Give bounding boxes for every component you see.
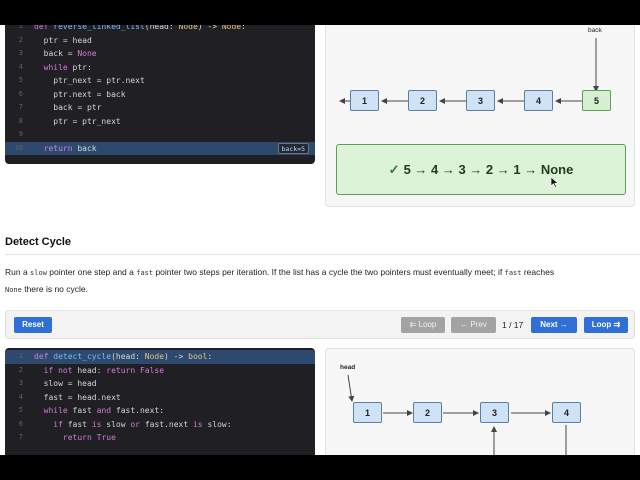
- line-number: 3: [18, 379, 23, 387]
- line-number: 4: [18, 62, 23, 71]
- node-1: 1: [350, 90, 379, 111]
- code-text: slow = head: [34, 379, 97, 388]
- loop-forward-button[interactable]: Loop ⇉: [584, 317, 628, 333]
- cycle-node-2: 2: [413, 402, 442, 423]
- node-5-highlighted: 5: [582, 90, 611, 111]
- head-pointer-arrow: [347, 374, 355, 402]
- prev-button[interactable]: ← Prev: [451, 317, 496, 333]
- step-counter: 1 / 17: [502, 320, 524, 330]
- cycle-code-line: 2 if not head: return False: [5, 364, 315, 378]
- reverse-code-line: 10 return back back=5: [5, 141, 315, 155]
- loop-back-button[interactable]: ⇇ Loop: [401, 317, 445, 333]
- code-text: ptr = ptr_next: [34, 116, 121, 126]
- line-number: 8: [18, 116, 23, 125]
- reverse-code-line: 2 ptr = head: [5, 34, 315, 48]
- line-number: 7: [18, 103, 23, 111]
- line-number: 10: [14, 143, 23, 152]
- code-text: if fast is slow or fast.next is slow:: [53, 419, 232, 429]
- cycle-node-4: 4: [552, 402, 581, 423]
- reset-button[interactable]: Reset: [14, 317, 52, 333]
- playback-toolbar: Reset ⇇ Loop ← Prev 1 / 17 Next → Loop ⇉: [5, 310, 635, 339]
- code-text: ptr.next = back: [34, 89, 126, 99]
- reverse-code-line: 1 def reverse_linked_list(head: Node) -> …: [5, 25, 315, 34]
- code-slow: slow: [30, 269, 47, 277]
- code-text: back = ptr: [34, 103, 102, 112]
- reverse-code-line: 3 back = None: [5, 47, 315, 61]
- line-number: 7: [18, 433, 23, 441]
- cycle-code-line: 5 while fast and fast.next:: [5, 404, 315, 418]
- next-button[interactable]: Next →: [531, 317, 577, 333]
- code-text: while ptr:: [43, 62, 92, 72]
- head-pointer-label: head: [340, 364, 356, 371]
- page-viewport: 1 def reverse_linked_list(head: Node) -> …: [0, 25, 640, 455]
- reverse-diagram-panel: back 1 2 3 4 5 ✓ 5 → 4 → 3 → 2 → 1 → Non…: [325, 25, 635, 207]
- code-text: return True: [62, 433, 116, 442]
- back-pointer-label: back: [588, 27, 602, 34]
- code-text: ptr_next = ptr.next: [34, 76, 145, 85]
- section-title: Detect Cycle: [5, 236, 72, 248]
- cycle-code-line: 4 fast = head.next: [5, 391, 315, 405]
- reverse-code-line: 8 ptr = ptr_next: [5, 115, 315, 129]
- line-number: 9: [18, 130, 23, 138]
- node-4: 4: [524, 90, 553, 111]
- cycle-code-line: 7 return True: [5, 431, 315, 445]
- cycle-code-line: 3 slow = head: [5, 377, 315, 391]
- line-number: 4: [18, 392, 23, 401]
- code-none: None: [5, 285, 22, 294]
- code-text: def detect_cycle(head: Node) -> bool:: [34, 352, 213, 361]
- line-number: 2: [18, 365, 23, 374]
- line-number: 2: [18, 35, 23, 44]
- code-text: ptr = head: [34, 35, 92, 45]
- reverse-code-line: 5 ptr_next = ptr.next: [5, 74, 315, 88]
- line-number: 6: [18, 419, 23, 428]
- line-number: 6: [18, 89, 23, 98]
- cycle-code-line: 1 def detect_cycle(head: Node) -> bool:: [5, 350, 315, 364]
- line-number: 5: [18, 406, 23, 414]
- cycle-code-panel: 1 def detect_cycle(head: Node) -> bool: 2 …: [5, 348, 315, 455]
- code-text: return back: [43, 143, 97, 153]
- section-divider: [5, 254, 640, 255]
- cycle-code-line: 6 if fast is slow or fast.next is slow:: [5, 418, 315, 432]
- code-text: while fast and fast.next:: [43, 406, 165, 415]
- result-box: ✓ 5 → 4 → 3 → 2 → 1 → None: [336, 144, 626, 195]
- check-icon: ✓: [388, 161, 400, 177]
- code-text: back = None: [34, 49, 97, 58]
- code-text: fast = head.next: [34, 392, 121, 402]
- result-text: 5 → 4 → 3 → 2 → 1 → None: [403, 162, 574, 177]
- cycle-node-1: 1: [353, 402, 382, 423]
- line-number: 3: [18, 49, 23, 57]
- section-description: Run a slow pointer one step and a fast p…: [5, 267, 555, 294]
- code-fast-2: fast: [504, 269, 522, 277]
- line-number: 1: [18, 25, 23, 30]
- reverse-code-line: 6 ptr.next = back: [5, 88, 315, 102]
- variable-value-tag: back=5: [277, 142, 309, 154]
- line-number: 1: [18, 352, 23, 360]
- code-text: def reverse_linked_list(head: Node) -> N…: [34, 25, 246, 31]
- code-text: if not head: return False: [43, 365, 165, 375]
- node-3: 3: [466, 90, 495, 111]
- cycle-diagram-panel: head 1 2 3 4: [325, 348, 635, 455]
- reverse-code-line: 9: [5, 128, 315, 142]
- reverse-code-panel: 1 def reverse_linked_list(head: Node) -> …: [5, 25, 315, 164]
- mouse-cursor-icon: [551, 177, 559, 188]
- reverse-code-line: 7 back = ptr: [5, 101, 315, 115]
- node-2: 2: [408, 90, 437, 111]
- cycle-node-3: 3: [480, 402, 509, 423]
- line-number: 5: [18, 76, 23, 84]
- reverse-code-line: 4 while ptr:: [5, 61, 315, 75]
- code-fast: fast: [136, 269, 154, 277]
